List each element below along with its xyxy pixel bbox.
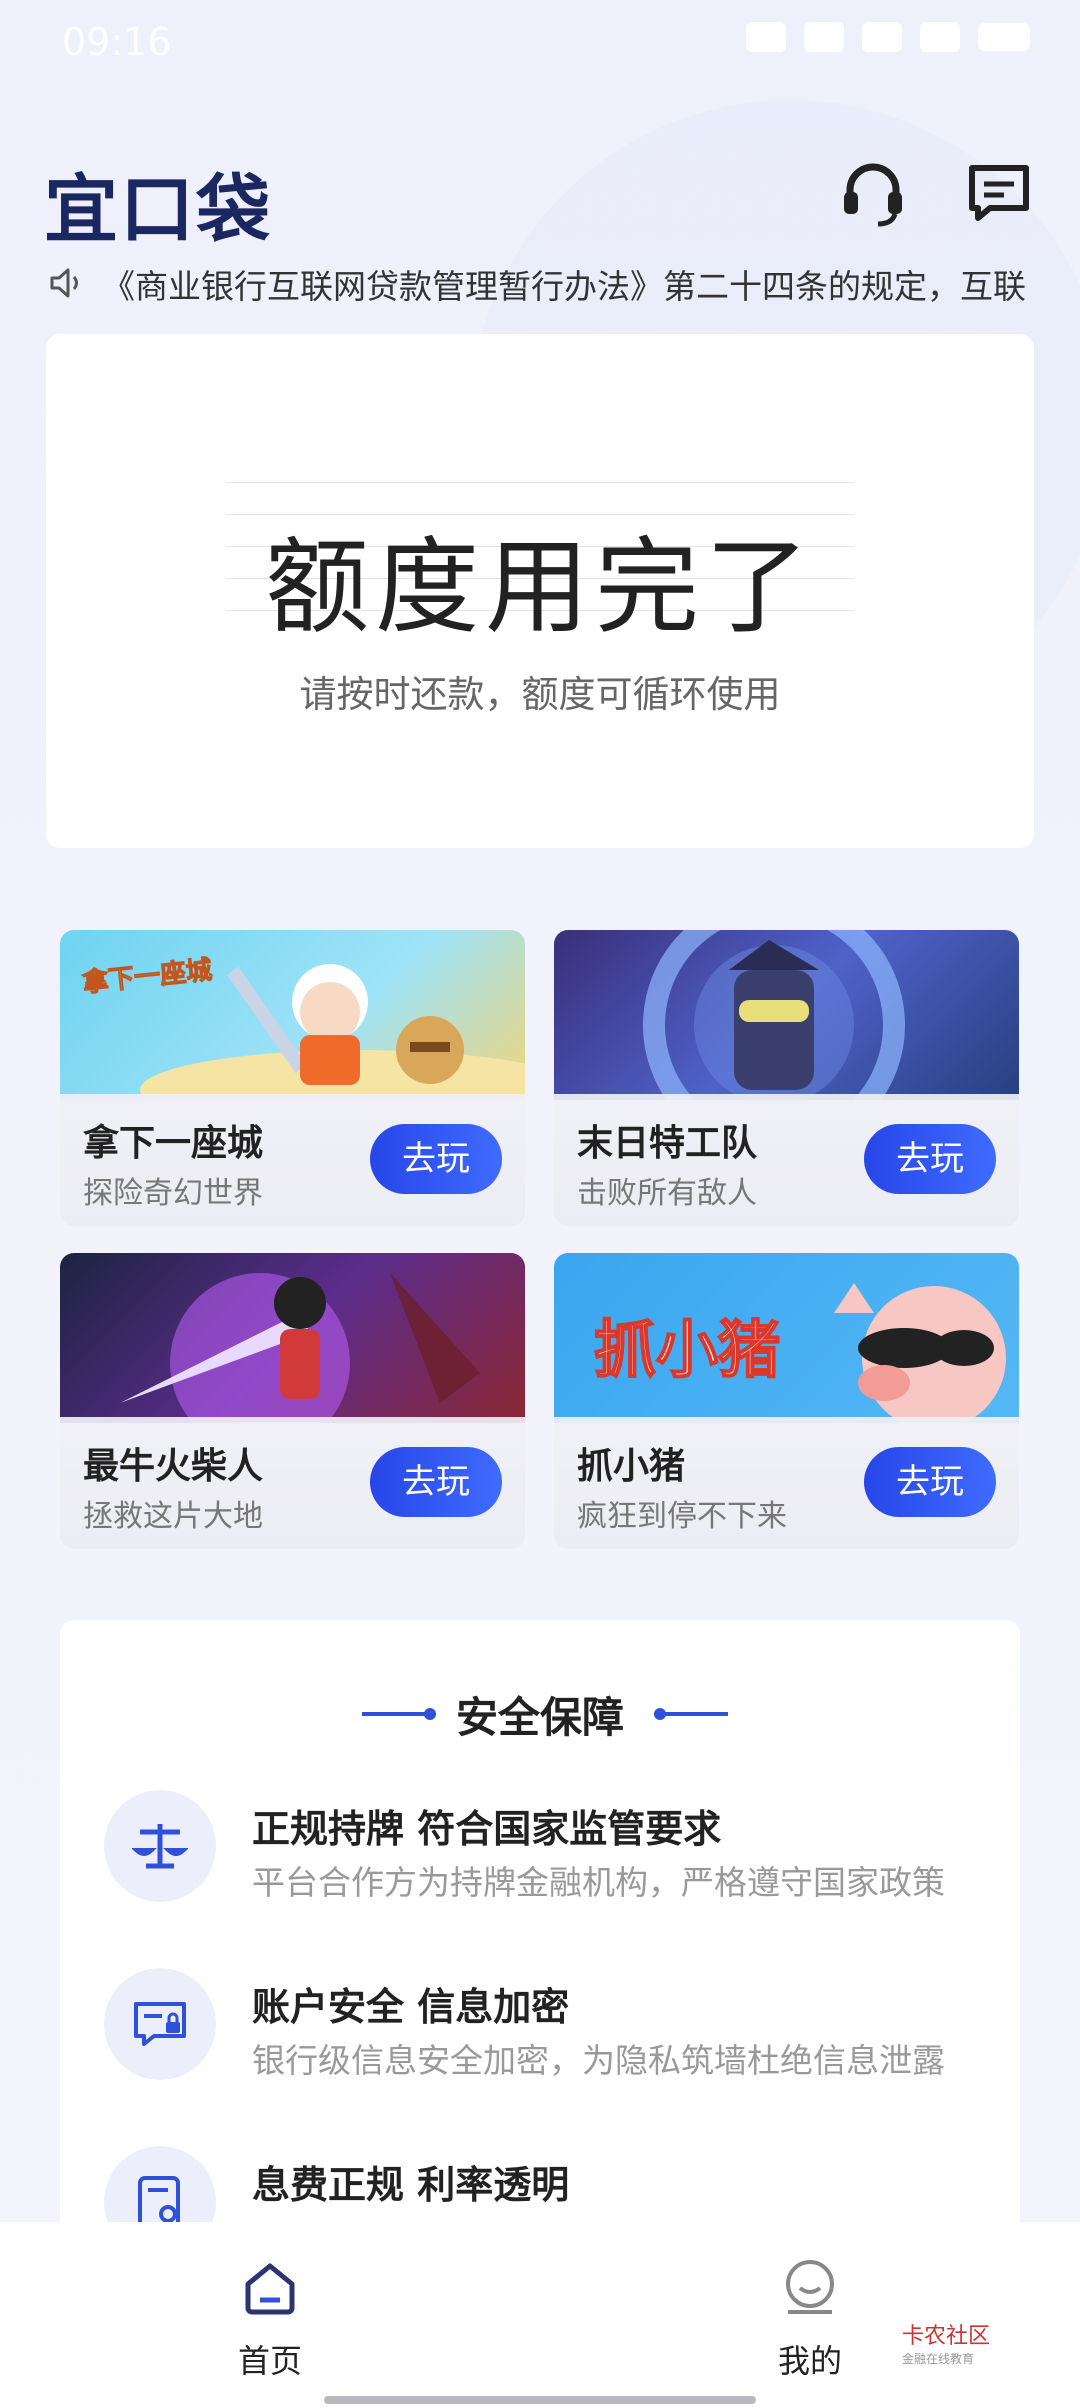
tab-home-label: 首页 (237, 2342, 302, 2380)
safety-item-title: 账户安全 信息加密 (252, 1985, 570, 2029)
game-info-panel: 末日特工队 击败所有敌人 去玩 (554, 1094, 1019, 1226)
signal-icon (862, 22, 902, 52)
game-name: 末日特工队 (577, 1123, 758, 1164)
signal-icon (920, 22, 960, 52)
play-button[interactable]: 去玩 (370, 1447, 502, 1517)
message-icon[interactable] (964, 158, 1034, 228)
game-card[interactable]: 拿下一座城 拿下一座城 探险奇幻世界 去玩 (60, 930, 525, 1226)
tab-profile[interactable]: 我的 (730, 2258, 890, 2382)
game-info-panel: 最牛火柴人 拯救这片大地 去玩 (60, 1417, 525, 1549)
game-card[interactable]: 抓小猪 抓小猪 疯狂到停不下来 去玩 (554, 1253, 1019, 1549)
mute-icon (746, 22, 786, 52)
safety-title: 安全保障 (455, 1693, 624, 1742)
watermark: 卡农社区 金融在线教育 (902, 2318, 990, 2367)
bottom-tab-bar: 首页 我的 卡农社区 金融在线教育 (0, 2222, 1080, 2408)
play-button[interactable]: 去玩 (864, 1124, 996, 1194)
safety-item-title: 息费正规 利率透明 (252, 2163, 570, 2207)
profile-icon (786, 2260, 834, 2314)
headset-icon[interactable] (838, 158, 908, 228)
notice-text: 《商业银行互联网贷款管理暂行办法》第二十四条的规定，互联网贷款 (102, 267, 1028, 306)
game-art: 拿下一座城 (60, 930, 525, 1130)
quota-subtitle: 请按时还款，额度可循环使用 (299, 673, 781, 716)
status-icons (746, 22, 1030, 52)
game-art: 抓小猪 (554, 1253, 1019, 1430)
safety-item: 正规持牌 符合国家监管要求 平台合作方为持牌金融机构，严格遵守国家政策 (60, 1790, 1020, 1930)
game-desc: 拯救这片大地 (83, 1499, 263, 1534)
safety-item: 账户安全 信息加密 银行级信息安全加密，为隐私筑墙杜绝信息泄露 (60, 1968, 1020, 2108)
status-time: 09:16 (62, 20, 172, 64)
watermark-name: 卡农社区 (902, 2324, 991, 2349)
app-logo: 宜口袋 (44, 167, 272, 253)
safety-item-title: 正规持牌 符合国家监管要求 (252, 1807, 722, 1851)
game-art (60, 1253, 525, 1453)
game-info-panel: 拿下一座城 探险奇幻世界 去玩 (60, 1094, 525, 1226)
quota-title: 额度用完了 (264, 526, 815, 648)
safety-item-desc: 平台合作方为持牌金融机构，严格遵守国家政策 (252, 1863, 945, 1902)
game-desc: 疯狂到停不下来 (577, 1499, 787, 1534)
notice-marquee[interactable]: 《商业银行互联网贷款管理暂行办法》第二十四条的规定，互联网贷款 (48, 258, 1028, 308)
game-card[interactable]: 末日特工队 击败所有敌人 去玩 (554, 930, 1019, 1226)
game-info-panel: 抓小猪 疯狂到停不下来 去玩 (554, 1417, 1019, 1549)
title-deco-line (660, 1712, 728, 1716)
tab-home[interactable]: 首页 (190, 2258, 350, 2382)
home-indicator[interactable] (324, 2396, 756, 2404)
secure-card-icon (104, 1968, 216, 2080)
battery-icon (978, 23, 1030, 51)
quota-card: 额度用完了 请按时还款，额度可循环使用 (46, 334, 1034, 848)
game-desc: 探险奇幻世界 (83, 1176, 263, 1211)
watermark-slogan: 金融在线教育 (902, 2352, 975, 2366)
hd-icon (804, 22, 844, 52)
play-button[interactable]: 去玩 (370, 1124, 502, 1194)
game-name: 拿下一座城 (83, 1123, 264, 1164)
game-desc: 击败所有敌人 (577, 1176, 757, 1211)
safety-item-desc: 银行级信息安全加密，为隐私筑墙杜绝信息泄露 (252, 2041, 945, 2080)
scale-icon (104, 1790, 216, 1902)
home-icon (245, 2263, 295, 2315)
game-banner-text: 抓小猪 (593, 1312, 781, 1387)
game-name: 最牛火柴人 (83, 1446, 264, 1487)
status-bar: 09:16 (0, 0, 1080, 86)
play-button[interactable]: 去玩 (864, 1447, 996, 1517)
game-card[interactable]: 最牛火柴人 拯救这片大地 去玩 (60, 1253, 525, 1549)
game-name: 抓小猪 (577, 1446, 686, 1487)
game-art (554, 930, 1019, 1156)
tab-profile-label: 我的 (777, 2342, 842, 2380)
